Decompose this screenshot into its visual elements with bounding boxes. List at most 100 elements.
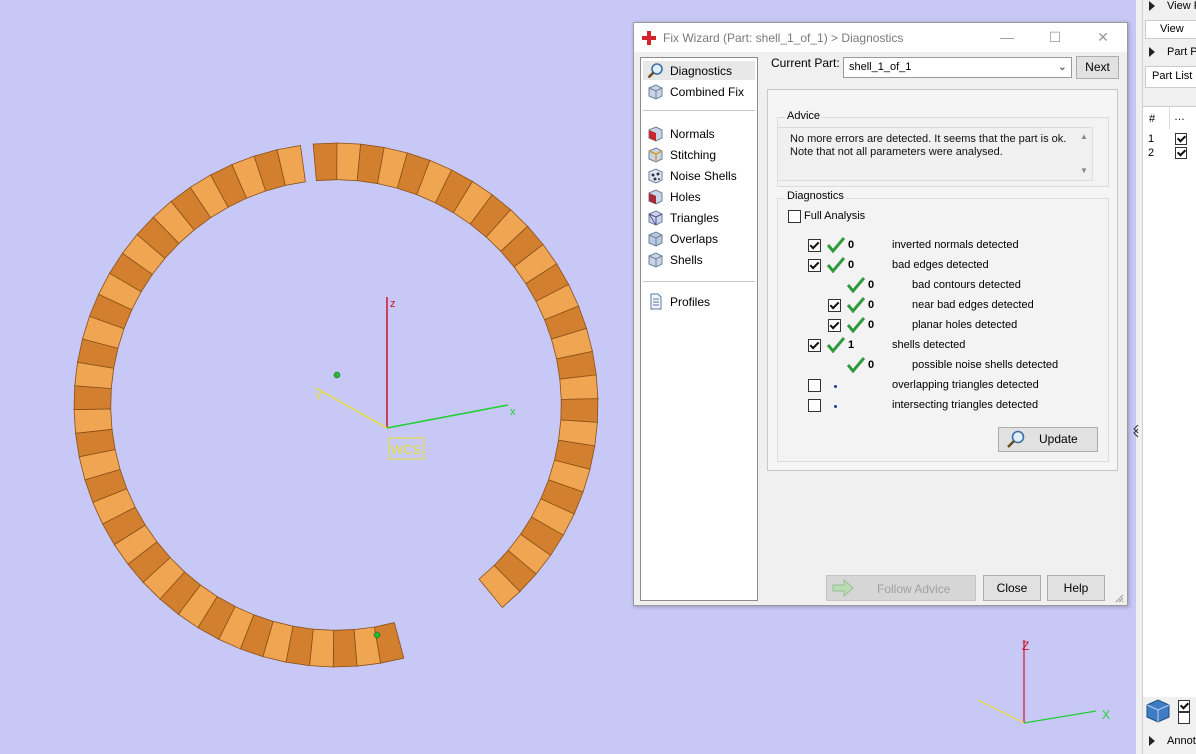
check-mark-icon [847, 317, 865, 333]
annotation-panel-header[interactable]: Annot [1167, 735, 1196, 747]
x-axis-label: x [510, 406, 516, 418]
column-header-more[interactable]: … [1174, 111, 1185, 123]
dialog-title: Fix Wizard (Part: shell_1_of_1) > Diagno… [663, 31, 904, 45]
noise-shells-icon [648, 168, 663, 184]
diag-label: planar holes detected [912, 319, 1018, 331]
close-button[interactable]: Close [983, 575, 1041, 601]
diag-count: 0 [868, 319, 875, 331]
row-visibility-checkbox[interactable] [1175, 147, 1187, 159]
collapse-arrow-icon[interactable] [1149, 47, 1155, 57]
view-tab[interactable]: View [1145, 20, 1196, 39]
diag-label: possible noise shells detected [912, 359, 1059, 371]
help-button[interactable]: Help [1047, 575, 1105, 601]
toggle-checkbox[interactable] [1178, 712, 1190, 724]
nav-item-normals[interactable]: Normals [643, 124, 755, 143]
triangles-cube-icon [648, 210, 663, 226]
diag-count: 0 [868, 279, 875, 291]
x-axis-line [386, 404, 509, 429]
diag-label: bad contours detected [912, 279, 1021, 291]
column-divider [1169, 107, 1170, 129]
nav-item-holes[interactable]: Holes [643, 187, 755, 206]
mini-x-axis-line [1023, 710, 1097, 724]
nav-item-noise-shells[interactable]: Noise Shells [643, 166, 755, 185]
part-list-table: # … 1 2 [1143, 106, 1196, 697]
follow-advice-label: Follow Advice [877, 582, 951, 596]
dialog-titlebar[interactable]: Fix Wizard (Part: shell_1_of_1) > Diagno… [634, 23, 1127, 52]
advice-text-line: Note that not all parameters were analys… [790, 146, 1003, 158]
diag-row-checkbox[interactable] [808, 339, 821, 352]
cube-view-icon[interactable] [1145, 698, 1171, 724]
diag-count: 0 [868, 359, 875, 371]
cube-icon [648, 84, 663, 100]
advice-text-line: No more errors are detected. It seems th… [790, 133, 1067, 145]
minimize-button[interactable]: — [992, 26, 1022, 48]
pending-dot-icon [834, 405, 837, 408]
nav-item-diagnostics[interactable]: Diagnostics [643, 61, 755, 80]
check-mark-icon [847, 277, 865, 293]
diag-count: 0 [848, 259, 855, 271]
next-button[interactable]: Next [1076, 56, 1119, 79]
chevron-down-icon: ⌄ [1057, 61, 1067, 73]
advice-scrollbar[interactable]: ▲ ▼ [1076, 128, 1092, 180]
diag-row-checkbox[interactable] [808, 239, 821, 252]
pending-dot-icon [834, 385, 837, 388]
nav-item-overlaps[interactable]: Overlaps [643, 229, 755, 248]
toggle-checkbox[interactable] [1178, 700, 1190, 712]
row-visibility-checkbox[interactable] [1175, 133, 1187, 145]
nav-item-shells[interactable]: Shells [643, 250, 755, 269]
close-window-button[interactable]: ✕ [1088, 26, 1118, 48]
red-cross-icon [642, 31, 656, 45]
diag-row-checkbox[interactable] [808, 259, 821, 272]
full-analysis-checkbox[interactable] [788, 210, 801, 223]
current-part-label: Current Part: [771, 56, 840, 70]
full-analysis-label: Full Analysis [804, 210, 866, 222]
advice-textbox[interactable]: No more errors are detected. It seems th… [777, 127, 1093, 181]
nav-item-triangles[interactable]: Triangles [643, 208, 755, 227]
splitter-handle-icon[interactable] [1133, 424, 1139, 438]
diag-label: shells detected [892, 339, 966, 351]
view-panel-header[interactable]: View P [1167, 0, 1196, 12]
nav-separator [643, 281, 755, 282]
pivot-point-upper [333, 371, 341, 379]
nav-item-stitching[interactable]: Stitching [643, 145, 755, 164]
stitching-cube-icon [648, 147, 663, 163]
wizard-nav-list: Diagnostics Combined Fix Normals Stitchi… [640, 57, 758, 601]
diag-row-checkbox[interactable] [808, 379, 821, 392]
shells-cube-icon [648, 252, 663, 268]
collapse-arrow-icon[interactable] [1149, 736, 1155, 746]
column-header-number[interactable]: # [1149, 113, 1155, 125]
diag-row-checkbox[interactable] [828, 319, 841, 332]
diag-count: 1 [848, 339, 855, 351]
mini-x-axis-label: X [1102, 708, 1110, 722]
maximize-button[interactable]: ☐ [1040, 26, 1070, 48]
diag-row-checkbox[interactable] [828, 299, 841, 312]
check-mark-icon [827, 337, 845, 353]
current-part-select[interactable]: shell_1_of_1 ⌄ [843, 57, 1072, 78]
update-label: Update [1039, 432, 1078, 446]
y-axis-label: y [316, 389, 322, 401]
nav-separator [643, 110, 755, 111]
part-list-tab[interactable]: Part List [1145, 66, 1196, 88]
follow-advice-button[interactable]: Follow Advice [826, 575, 976, 601]
diag-label: overlapping triangles detected [892, 379, 1039, 391]
update-button[interactable]: Update [998, 427, 1098, 452]
resize-grip-icon[interactable] [1114, 593, 1124, 603]
overlaps-cube-icon [648, 231, 663, 247]
diagnostics-group-title: Diagnostics [785, 190, 846, 202]
scroll-down-icon: ▼ [1080, 166, 1088, 175]
y-axis-line [315, 387, 388, 429]
collapse-arrow-icon[interactable] [1149, 1, 1155, 11]
diag-row-checkbox[interactable] [808, 399, 821, 412]
wcs-label: WCS [391, 442, 422, 457]
advice-group-title: Advice [785, 110, 823, 122]
nav-item-profiles[interactable]: Profiles [643, 292, 755, 311]
check-mark-icon [827, 237, 845, 253]
arrow-right-icon [832, 579, 854, 597]
nav-item-combined-fix[interactable]: Combined Fix [643, 82, 755, 101]
holes-cube-icon [648, 189, 663, 205]
diag-label: inverted normals detected [892, 239, 1019, 251]
magnifier-icon [1007, 430, 1025, 448]
profile-document-icon [650, 293, 662, 310]
row-number: 1 [1148, 133, 1155, 145]
part-panel-header[interactable]: Part P [1167, 46, 1196, 58]
